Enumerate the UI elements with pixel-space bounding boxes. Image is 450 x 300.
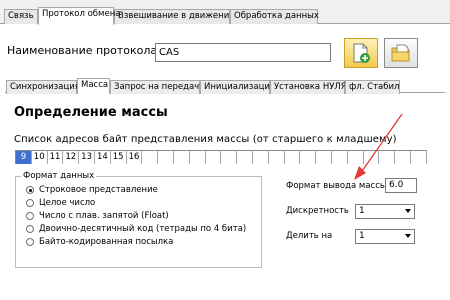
divide-by-label: Делить на [286, 231, 333, 241]
radio-label: Строковое представление [39, 185, 158, 195]
radio-button[interactable] [26, 238, 34, 246]
address-cell[interactable] [300, 151, 317, 164]
radio-button[interactable] [26, 212, 34, 220]
subtab-transfer-request[interactable]: Запрос на передачу [110, 80, 204, 94]
chevron-down-icon [405, 209, 411, 213]
address-cell[interactable] [221, 151, 238, 164]
subtab-mass[interactable]: Масса [77, 78, 110, 94]
address-cell[interactable] [158, 151, 174, 164]
address-cell[interactable]: 15 [110, 151, 127, 164]
radio-label: Двоично-десятичный код (тетрады по 4 бит… [39, 224, 247, 234]
annotation-arrow-icon [354, 113, 403, 180]
address-cell[interactable] [316, 151, 332, 164]
address-cell[interactable] [189, 151, 206, 164]
subtab-sync[interactable]: Синхронизация [6, 80, 80, 94]
address-cell[interactable]: 13 [79, 151, 95, 164]
protocol-name-label: Наименование протокола [7, 44, 158, 57]
tab-exchange-protocol[interactable]: Протокол обмена [38, 7, 120, 25]
address-cell[interactable]: 14 [94, 151, 111, 164]
address-cell[interactable] [142, 151, 159, 164]
address-cell[interactable] [237, 151, 253, 164]
address-cell[interactable]: 11 [47, 151, 64, 164]
tab-connection[interactable]: Связь [4, 9, 38, 24]
radio-float-format[interactable]: Число с плав. запятой (Float) [26, 210, 169, 222]
address-cell[interactable] [410, 151, 427, 164]
divide-by-select[interactable]: 1 [355, 229, 415, 244]
address-cell[interactable]: 16 [126, 151, 143, 164]
radio-byte-coded-format[interactable]: Байто-кодированная посылка [26, 236, 173, 248]
new-protocol-button[interactable] [344, 38, 378, 68]
folder-open-icon [391, 44, 410, 62]
address-cell[interactable]: 12 [63, 151, 80, 164]
address-cell[interactable] [173, 151, 190, 164]
data-format-legend: Формат данных [21, 171, 97, 181]
address-cell[interactable]: 9 [16, 151, 32, 164]
radio-bcd-format[interactable]: Двоично-десятичный код (тетрады по 4 бит… [26, 223, 246, 235]
open-protocol-button[interactable] [384, 38, 418, 68]
subtab-zero-setting[interactable]: Установка НУЛЯ [270, 80, 347, 94]
address-cell[interactable] [205, 151, 222, 164]
section-title: Определение массы [14, 105, 168, 120]
tab-data-processing[interactable]: Обработка данных [230, 9, 319, 24]
radio-label: Целое число [39, 198, 96, 208]
address-cell[interactable] [252, 151, 269, 164]
subtab-stability-flag[interactable]: фл. Стабил [345, 80, 400, 94]
address-cell[interactable] [284, 151, 301, 164]
document-add-icon [353, 43, 370, 63]
radio-button[interactable] [26, 186, 34, 194]
radio-integer-format[interactable]: Целое число [26, 197, 95, 209]
radio-label: Байто-кодированная посылка [39, 237, 174, 247]
tab-weighing-in-motion[interactable]: Взвешивание в движении [114, 9, 235, 24]
radio-button[interactable] [26, 225, 34, 233]
divide-by-value: 1 [359, 231, 365, 241]
address-cell[interactable] [268, 151, 285, 164]
discreteness-label: Дискретность [286, 206, 349, 216]
discreteness-select[interactable]: 1 [355, 204, 415, 219]
discreteness-value: 1 [359, 206, 365, 216]
radio-string-format[interactable]: Строковое представление [26, 184, 158, 196]
address-cell[interactable]: 10 [31, 151, 48, 164]
protocol-name-input[interactable]: CAS [155, 43, 331, 62]
chevron-down-icon [405, 234, 411, 238]
subtab-initialization[interactable]: Инициализация [200, 80, 275, 94]
radio-button[interactable] [26, 199, 34, 207]
radio-label: Число с плав. запятой (Float) [39, 211, 169, 221]
